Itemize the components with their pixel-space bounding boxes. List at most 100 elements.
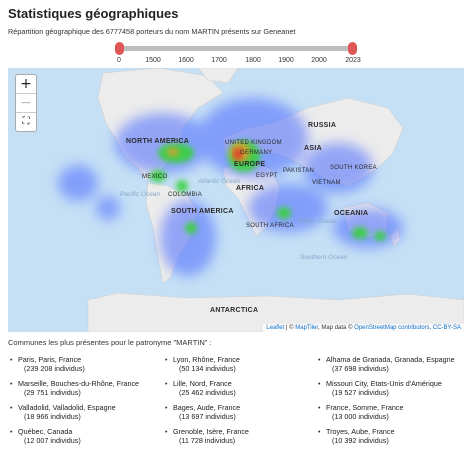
label-colombia: COLOMBIA — [168, 192, 203, 198]
commune-count: (11 728 individus) — [179, 436, 236, 445]
commune-place: Paris, Paris, France — [18, 355, 82, 364]
commune-place: France, Somme, France — [326, 403, 404, 412]
license-link[interactable]: CC-BY-SA — [433, 325, 461, 331]
year-range-slider[interactable] — [115, 42, 357, 56]
commune-place: Lyon, Rhône, France — [173, 355, 240, 364]
commune-count: (37 698 individus) — [332, 364, 389, 373]
list-item: • Missouri City, Etats-Unis d'Amérique (19… — [316, 379, 456, 403]
map-canvas[interactable] — [8, 68, 464, 332]
label-southern-ocean: Southern Ocean — [300, 254, 348, 261]
label-mexico: MEXICO — [142, 174, 168, 180]
commune-place: Québec, Canada — [18, 427, 73, 436]
attribution-sep: | © — [284, 325, 296, 331]
slider-tick: 1900 — [278, 57, 294, 64]
slider-handle-end[interactable] — [348, 42, 357, 55]
label-russia: RUSSIA — [308, 122, 337, 129]
maptiler-link[interactable]: MapTiler — [295, 325, 318, 331]
commune-place: Lille, Nord, France — [173, 379, 232, 388]
commune-place: Troyes, Aube, France — [326, 427, 395, 436]
zoom-in-button[interactable]: + — [16, 75, 36, 94]
commune-place: Bages, Aude, France — [173, 403, 241, 412]
label-germany: GERMANY — [240, 150, 273, 156]
list-item: • Marseille, Bouches-du-Rhône, France (29 … — [8, 379, 148, 403]
slider-track[interactable] — [119, 46, 353, 51]
label-south-america: SOUTH AMERICA — [171, 208, 234, 215]
bullet: • — [10, 429, 13, 436]
attribution-sep: , Map data © — [318, 325, 355, 331]
slider-tick: 1500 — [145, 57, 161, 64]
commune-place: Grenoble, Isère, France — [173, 427, 249, 436]
slider-handle-start[interactable] — [115, 42, 124, 55]
list-item: • Paris, Paris, France (239 208 individus) — [8, 355, 148, 379]
label-africa: AFRICA — [236, 185, 265, 192]
bullet: • — [165, 381, 168, 388]
commune-place: Alhama de Granada, Granada, Espagne — [326, 355, 455, 364]
label-oceania: OCEANIA — [334, 210, 369, 217]
slider-tick: 2023 — [345, 57, 361, 64]
bullet: • — [10, 357, 13, 364]
bullet: • — [318, 381, 321, 388]
page-title: Statistiques géographiques — [8, 6, 179, 21]
bullet: • — [165, 405, 168, 412]
label-antarctica: ANTARCTICA — [210, 307, 259, 314]
label-indian-ocean: Indian Ocean — [298, 218, 337, 225]
commune-count: (18 966 individus) — [24, 412, 81, 421]
zoom-out-button[interactable]: − — [16, 94, 36, 113]
label-europe: EUROPE — [234, 161, 266, 168]
label-vietnam: VIETNAM — [312, 180, 341, 186]
list-item: • Québec, Canada (12 007 individus) — [8, 427, 148, 451]
page-subtitle: Répartition géographique des 6777458 por… — [8, 27, 296, 36]
zoom-control: + − ⛶ — [15, 74, 37, 132]
slider-tick: 1800 — [245, 57, 261, 64]
heatmap-map[interactable]: NORTH AMERICA UNITED KINGDOM GERMANY EUR… — [8, 68, 464, 332]
leaflet-link[interactable]: Leaflet — [266, 325, 284, 331]
label-south-africa: SOUTH AFRICA — [246, 223, 294, 229]
bullet: • — [10, 381, 13, 388]
commune-place: Missouri City, Etats-Unis d'Amérique — [326, 379, 442, 388]
label-pakistan: PAKISTAN — [283, 168, 315, 174]
list-item: • Valladolid, Valladolid, Espagne (18 966 … — [8, 403, 148, 427]
list-item: • Lyon, Rhône, France (50 134 individus) — [163, 355, 303, 379]
bullet: • — [318, 405, 321, 412]
map-attribution: Leaflet | © MapTiler, Map data © OpenStr… — [263, 324, 464, 332]
commune-count: (50 134 individus) — [179, 364, 236, 373]
slider-tick-labels: 0 1500 1600 1700 1800 1900 2000 2023 — [117, 57, 361, 67]
commune-count: (13 697 individus) — [179, 412, 236, 421]
commune-place: Valladolid, Valladolid, Espagne — [18, 403, 116, 412]
list-item: • France, Somme, France (13 000 individus) — [316, 403, 456, 427]
bullet: • — [318, 429, 321, 436]
bullet: • — [10, 405, 13, 412]
commune-count: (12 007 individus) — [24, 436, 81, 445]
communes-title: Communes les plus présentes pour le patr… — [8, 338, 212, 347]
slider-tick: 1600 — [178, 57, 194, 64]
commune-count: (239 208 individus) — [24, 364, 85, 373]
list-item: • Grenoble, Isère, France (11 728 individu… — [163, 427, 303, 451]
slider-tick: 0 — [117, 57, 121, 64]
list-item: • Alhama de Granada, Granada, Espagne (37 … — [316, 355, 456, 379]
label-asia: ASIA — [304, 145, 322, 152]
commune-place: Marseille, Bouches-du-Rhône, France — [18, 379, 140, 388]
label-pacific-ocean: Pacific Ocean — [120, 191, 161, 198]
slider-tick: 1700 — [211, 57, 227, 64]
bullet: • — [165, 357, 168, 364]
commune-count: (13 000 individus) — [332, 412, 389, 421]
fullscreen-button[interactable]: ⛶ — [16, 113, 36, 131]
slider-tick: 2000 — [311, 57, 327, 64]
commune-count: (19 527 individus) — [332, 388, 389, 397]
list-item: • Lille, Nord, France (25 462 individus) — [163, 379, 303, 403]
commune-count: (29 751 individus) — [24, 388, 81, 397]
bullet: • — [318, 357, 321, 364]
label-united-kingdom: UNITED KINGDOM — [225, 140, 282, 146]
commune-count: (10 392 individus) — [332, 436, 389, 445]
list-item: • Troyes, Aube, France (10 392 individus) — [316, 427, 456, 451]
label-south-korea: SOUTH KOREA — [330, 165, 377, 171]
fullscreen-icon: ⛶ — [22, 116, 30, 127]
osm-link[interactable]: OpenStreetMap contributors — [354, 325, 429, 331]
commune-count: (25 462 individus) — [179, 388, 236, 397]
communes-column: • Alhama de Granada, Granada, Espagne (37 … — [316, 355, 456, 451]
label-atlantic-ocean: Atlantic Ocean — [198, 178, 241, 185]
list-item: • Bages, Aude, France (13 697 individus) — [163, 403, 303, 427]
label-egypt: EGYPT — [256, 173, 278, 179]
communes-column: • Lyon, Rhône, France (50 134 individus) •… — [163, 355, 303, 451]
label-north-america: NORTH AMERICA — [126, 138, 190, 145]
